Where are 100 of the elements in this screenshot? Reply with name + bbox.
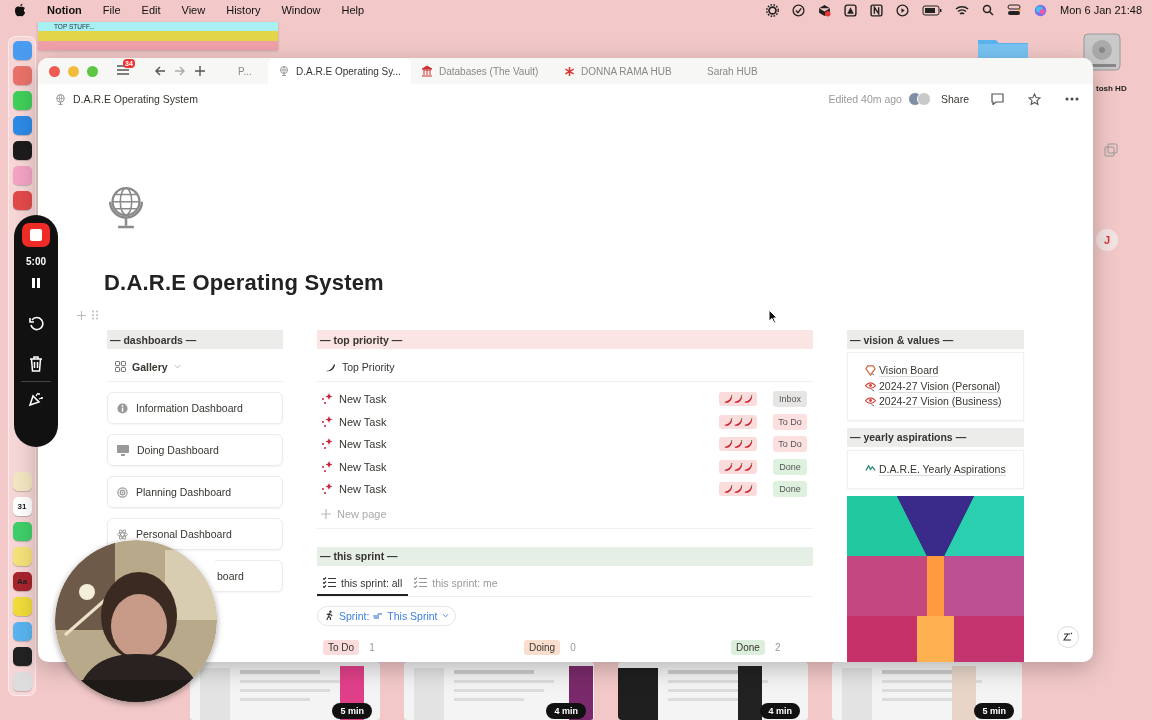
play-icon bbox=[896, 3, 910, 17]
card-title: Information Dashboard bbox=[136, 402, 243, 414]
globe-icon bbox=[54, 92, 67, 106]
minimize-button[interactable] bbox=[68, 65, 79, 77]
eye-icon bbox=[865, 396, 876, 408]
status-tag: Inbox bbox=[773, 391, 807, 408]
column-count: 0 bbox=[570, 641, 576, 653]
view-tab[interactable]: this sprint: all bbox=[317, 571, 409, 596]
menu-item[interactable]: Edit bbox=[141, 4, 161, 16]
plus-icon bbox=[194, 65, 206, 77]
runner-icon bbox=[324, 610, 335, 621]
chili-peppers-icon bbox=[723, 484, 753, 495]
task-link[interactable]: New Task bbox=[321, 460, 387, 473]
star-icon bbox=[1028, 92, 1041, 106]
task-link[interactable]: New Task bbox=[321, 483, 387, 496]
card-title: Personal Dashboard bbox=[136, 528, 232, 540]
column-count: 1 bbox=[369, 641, 375, 653]
eye-icon bbox=[865, 380, 876, 392]
menu-item[interactable]: Help bbox=[341, 4, 365, 16]
plus-icon bbox=[321, 509, 331, 519]
info-icon bbox=[117, 402, 128, 414]
menu-icon bbox=[116, 64, 130, 76]
task-link[interactable]: New Task bbox=[321, 393, 387, 406]
section-heading: — top priority — bbox=[317, 330, 813, 349]
task-link[interactable]: New Task bbox=[321, 415, 387, 428]
share-button[interactable]: Share bbox=[936, 93, 973, 105]
globe-icon bbox=[278, 65, 290, 77]
forward-icon bbox=[174, 65, 186, 77]
trash-icon bbox=[29, 356, 43, 372]
hard-drive-icon bbox=[1080, 30, 1124, 74]
atom-icon bbox=[117, 528, 128, 540]
squiggle-icon bbox=[1062, 631, 1074, 643]
stop-recording-button[interactable] bbox=[22, 223, 50, 247]
siri-icon bbox=[1034, 3, 1048, 17]
zoom-button[interactable] bbox=[87, 65, 98, 77]
app-icon[interactable] bbox=[12, 647, 32, 666]
comment-icon bbox=[991, 93, 1004, 105]
battery-icon bbox=[922, 4, 943, 16]
chili-peppers-icon bbox=[723, 461, 753, 472]
browser-tab[interactable]: D.A.R.E Operating Sy... bbox=[268, 58, 411, 84]
status-tag: Doing bbox=[524, 639, 561, 655]
app-icon[interactable] bbox=[12, 141, 32, 160]
page-link[interactable]: 2024-27 Vision (Personal) bbox=[865, 378, 1023, 394]
menu-clock: Mon 6 Jan 21:48 bbox=[1060, 4, 1142, 16]
close-button[interactable] bbox=[49, 65, 60, 77]
cursor-icon bbox=[768, 309, 778, 324]
section-heading: — vision & values — bbox=[847, 330, 1024, 349]
drag-handle-icon bbox=[92, 310, 98, 320]
breadcrumb[interactable]: D.A.R.E Operating System bbox=[73, 93, 198, 105]
task-link[interactable]: New Task bbox=[321, 438, 387, 451]
card-title: Doing Dashboard bbox=[137, 444, 219, 456]
section-heading: — dashboards — bbox=[107, 330, 283, 349]
status-tag: To Do bbox=[773, 436, 807, 453]
gallery-icon bbox=[115, 361, 126, 372]
wifi-icon bbox=[955, 4, 970, 16]
duration-badge: 5 min bbox=[332, 703, 372, 719]
sparkle-icon bbox=[321, 460, 333, 473]
back-icon bbox=[154, 65, 166, 77]
asterisk-icon bbox=[564, 65, 575, 77]
recording-timer: 5:00 bbox=[26, 256, 46, 267]
more-icon bbox=[1065, 97, 1079, 101]
user-avatar[interactable]: J bbox=[1096, 229, 1118, 251]
app-icon[interactable]: 31 bbox=[12, 497, 32, 516]
page-link[interactable]: Vision Board bbox=[865, 363, 1023, 379]
section-heading: — yearly aspirations — bbox=[847, 427, 1024, 447]
copy-icon bbox=[1104, 143, 1118, 157]
gear-icon bbox=[766, 3, 780, 17]
menu-item[interactable]: View bbox=[181, 4, 206, 16]
menu-item[interactable]: File bbox=[102, 4, 121, 16]
caret-icon bbox=[173, 364, 181, 369]
status-tag: To Do bbox=[773, 413, 807, 430]
page-title: D.A.R.E Operating System bbox=[104, 270, 385, 296]
dashboard-card[interactable]: Information Dashboard bbox=[107, 392, 283, 424]
view-selector[interactable]: Gallery bbox=[115, 360, 181, 373]
browser-tab[interactable]: Databases (The Vault) bbox=[411, 58, 554, 84]
dashboard-card[interactable]: Planning Dashboard bbox=[107, 476, 283, 508]
dashboard-card[interactable]: board bbox=[215, 560, 283, 592]
target-icon bbox=[117, 486, 128, 498]
menu-item[interactable]: History bbox=[226, 4, 261, 16]
duration-badge: 4 min bbox=[760, 703, 800, 719]
card-title: board bbox=[217, 570, 244, 582]
n-square-icon bbox=[870, 3, 884, 17]
restart-icon bbox=[28, 316, 44, 332]
chili-peppers-icon bbox=[723, 394, 753, 405]
building-icon bbox=[421, 65, 433, 77]
checklist-icon bbox=[414, 577, 428, 588]
edited-time: Edited 40m ago bbox=[828, 93, 902, 105]
view-selector[interactable]: Top Priority bbox=[325, 360, 395, 373]
menu-item[interactable]: Window bbox=[281, 4, 321, 16]
assistant-button[interactable] bbox=[1057, 626, 1079, 648]
sparkle-icon bbox=[321, 415, 333, 428]
toggles-icon bbox=[1007, 4, 1022, 16]
pointing-hand-icon bbox=[373, 611, 384, 620]
filter-chip[interactable]: Sprint: This Sprint bbox=[317, 605, 456, 626]
browser-tab[interactable]: Sarah HUB bbox=[697, 58, 840, 84]
box-icon bbox=[818, 3, 832, 17]
dashboard-card[interactable]: Doing Dashboard bbox=[107, 434, 283, 466]
confetti-icon bbox=[28, 391, 44, 407]
page-link[interactable]: 2024-27 Vision (Business) bbox=[865, 394, 1023, 410]
menu-item[interactable]: Notion bbox=[47, 4, 82, 16]
